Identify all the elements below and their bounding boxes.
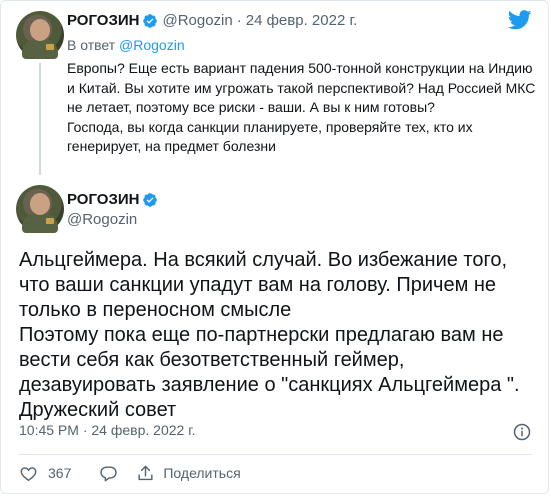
share-button[interactable]: Поделиться (136, 464, 241, 483)
main-tweet-text: Альцгеймера. На всякий случай. Во избежа… (19, 248, 534, 423)
action-divider (19, 454, 532, 455)
thread-line (39, 63, 41, 175)
quoted-separator: · (236, 12, 242, 29)
quoted-author-row: РОГОЗИН @Rogozin · 24 февр. 2022 г. (67, 12, 357, 29)
main-author-name[interactable]: РОГОЗИН (67, 191, 139, 208)
quoted-author-handle[interactable]: @Rogozin (162, 12, 232, 29)
reply-button[interactable] (99, 464, 118, 483)
main-author-name-row: РОГОЗИН (67, 191, 162, 208)
twitter-bird-icon[interactable] (508, 10, 532, 30)
main-paragraph: Альцгеймера. На всякий случай. Во избежа… (19, 249, 508, 321)
tweet-actions: 367 Поделиться (19, 461, 241, 485)
main-avatar[interactable] (16, 185, 64, 233)
quoted-author-name[interactable]: РОГОЗИН (67, 12, 139, 29)
tweet-date: 24 февр. 2022 г. (91, 422, 196, 438)
main-paragraph: Поэтому пока еще по-партнерски предлагаю… (19, 324, 520, 421)
share-label: Поделиться (163, 465, 241, 481)
reply-icon (100, 465, 118, 481)
tweet-embed-card: РОГОЗИН @Rogozin · 24 февр. 2022 г. В от… (0, 0, 549, 494)
info-icon[interactable] (512, 422, 532, 442)
heart-icon (20, 466, 37, 481)
quoted-avatar[interactable] (16, 11, 64, 59)
verified-badge-icon (143, 192, 158, 207)
reply-handle-link[interactable]: @Rogozin (119, 37, 185, 53)
verified-badge-icon (143, 13, 158, 28)
timestamp-separator: · (82, 422, 88, 438)
tweet-time: 10:45 PM (19, 422, 79, 438)
quoted-paragraph: Европы? Еще есть вариант падения 500-тон… (67, 60, 536, 115)
quoted-paragraph: Господа, вы когда санкции планируете, пр… (67, 118, 473, 155)
main-author-handle[interactable]: @Rogozin (67, 211, 137, 228)
quoted-date[interactable]: 24 февр. 2022 г. (246, 12, 358, 29)
main-author-handle-row: @Rogozin (67, 211, 137, 228)
reply-prefix: В ответ (67, 37, 116, 53)
tweet-timestamp[interactable]: 10:45 PM · 24 февр. 2022 г. (19, 422, 195, 438)
like-button[interactable]: 367 (19, 464, 71, 483)
quoted-tweet-text: Европы? Еще есть вариант падения 500-тон… (67, 59, 537, 157)
reply-context: В ответ @Rogozin (67, 37, 185, 53)
like-count: 367 (48, 465, 72, 481)
share-icon (138, 465, 153, 480)
